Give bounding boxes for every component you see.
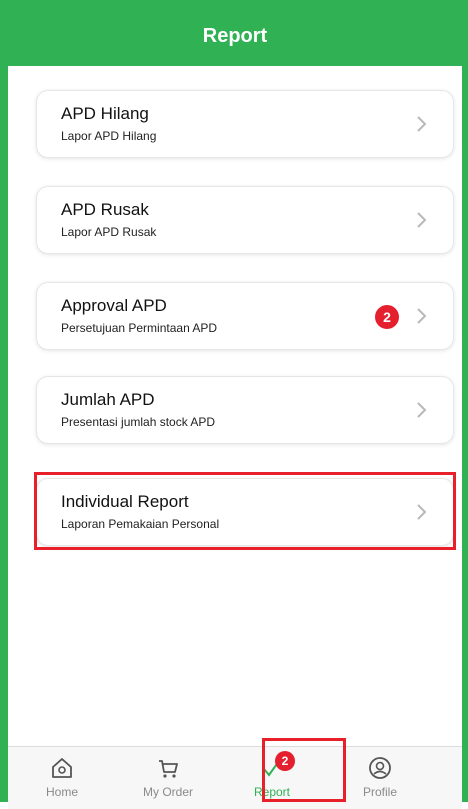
menu-item-title: APD Hilang	[61, 104, 149, 123]
app-frame: Report APD Hilang Lapor APD Hilang APD R…	[0, 0, 468, 809]
tab-label: Profile	[362, 785, 397, 799]
tab-label: My Order	[142, 785, 193, 799]
chevron-right-icon	[417, 402, 427, 418]
home-icon	[52, 758, 72, 778]
menu-item-apd-hilang[interactable]: APD Hilang Lapor APD Hilang	[36, 90, 454, 158]
menu-item-subtitle: Lapor APD Hilang	[61, 129, 157, 143]
menu-item-individual-report[interactable]: Individual Report Laporan Pemakaian Pers…	[36, 478, 454, 546]
tab-report[interactable]: 2 Report	[220, 747, 324, 809]
tab-label: Home	[45, 785, 78, 799]
menu-item-subtitle: Persetujuan Permintaan APD	[61, 321, 218, 335]
report-tab-icon-wrap: 2	[259, 751, 295, 781]
cart-icon	[159, 760, 178, 778]
menu-item-subtitle: Presentasi jumlah stock APD	[61, 415, 216, 429]
menu-item-jumlah-apd[interactable]: Jumlah APD Presentasi jumlah stock APD	[36, 376, 454, 444]
tab-label: Report	[253, 785, 291, 799]
profile-icon	[369, 757, 391, 779]
menu-item-title: Approval APD	[61, 296, 167, 315]
bottom-tab-bar: Home My Order 2 Report Profile	[8, 746, 462, 809]
tab-my-order[interactable]: My Order	[116, 747, 220, 809]
menu-item-approval-apd[interactable]: Approval APD Persetujuan Permintaan APD …	[36, 282, 454, 350]
notification-badge: 2	[375, 305, 399, 329]
header-bar: Report	[8, 6, 462, 66]
page-title: Report	[202, 24, 268, 47]
chevron-right-icon	[417, 116, 427, 132]
tab-home[interactable]: Home	[10, 747, 114, 809]
chevron-right-icon	[417, 308, 427, 324]
notification-badge: 2	[275, 751, 295, 771]
menu-item-subtitle: Laporan Pemakaian Personal	[61, 517, 220, 531]
menu-item-apd-rusak[interactable]: APD Rusak Lapor APD Rusak	[36, 186, 454, 254]
menu-item-title: Individual Report	[61, 492, 189, 511]
menu-item-subtitle: Lapor APD Rusak	[61, 225, 157, 239]
menu-item-title: APD Rusak	[61, 200, 149, 219]
chevron-right-icon	[417, 504, 427, 520]
chevron-right-icon	[417, 212, 427, 228]
menu-item-title: Jumlah APD	[61, 390, 155, 409]
tab-profile[interactable]: Profile	[328, 747, 432, 809]
